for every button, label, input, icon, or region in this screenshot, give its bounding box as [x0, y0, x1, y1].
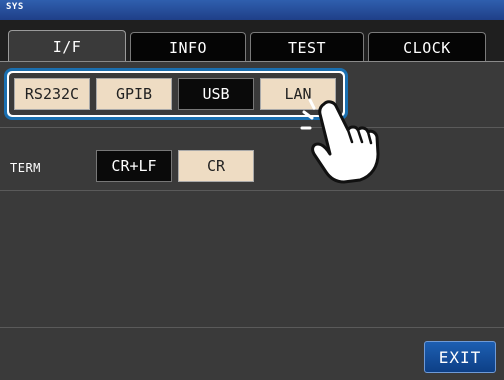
tab-test[interactable]: TEST — [250, 32, 364, 62]
exit-button[interactable]: EXIT — [424, 341, 496, 373]
footer-separator — [0, 327, 504, 328]
separator — [0, 127, 504, 128]
hand-pointer-icon — [300, 98, 380, 184]
tab-clock[interactable]: CLOCK — [368, 32, 486, 62]
tab-if[interactable]: I/F — [8, 30, 126, 62]
screen-title: SYS — [6, 2, 24, 12]
title-bar: SYS — [0, 0, 504, 20]
term-label: TERM — [10, 161, 41, 175]
separator — [0, 190, 504, 191]
interface-gpib-button[interactable]: GPIB — [96, 78, 172, 110]
term-cr-button[interactable]: CR — [178, 150, 254, 182]
tab-bar: I/F INFO TEST CLOCK — [0, 20, 504, 62]
interface-usb-button[interactable]: USB — [178, 78, 254, 110]
term-crlf-button[interactable]: CR+LF — [96, 150, 172, 182]
interface-rs232c-button[interactable]: RS232C — [14, 78, 90, 110]
tab-info[interactable]: INFO — [130, 32, 246, 62]
